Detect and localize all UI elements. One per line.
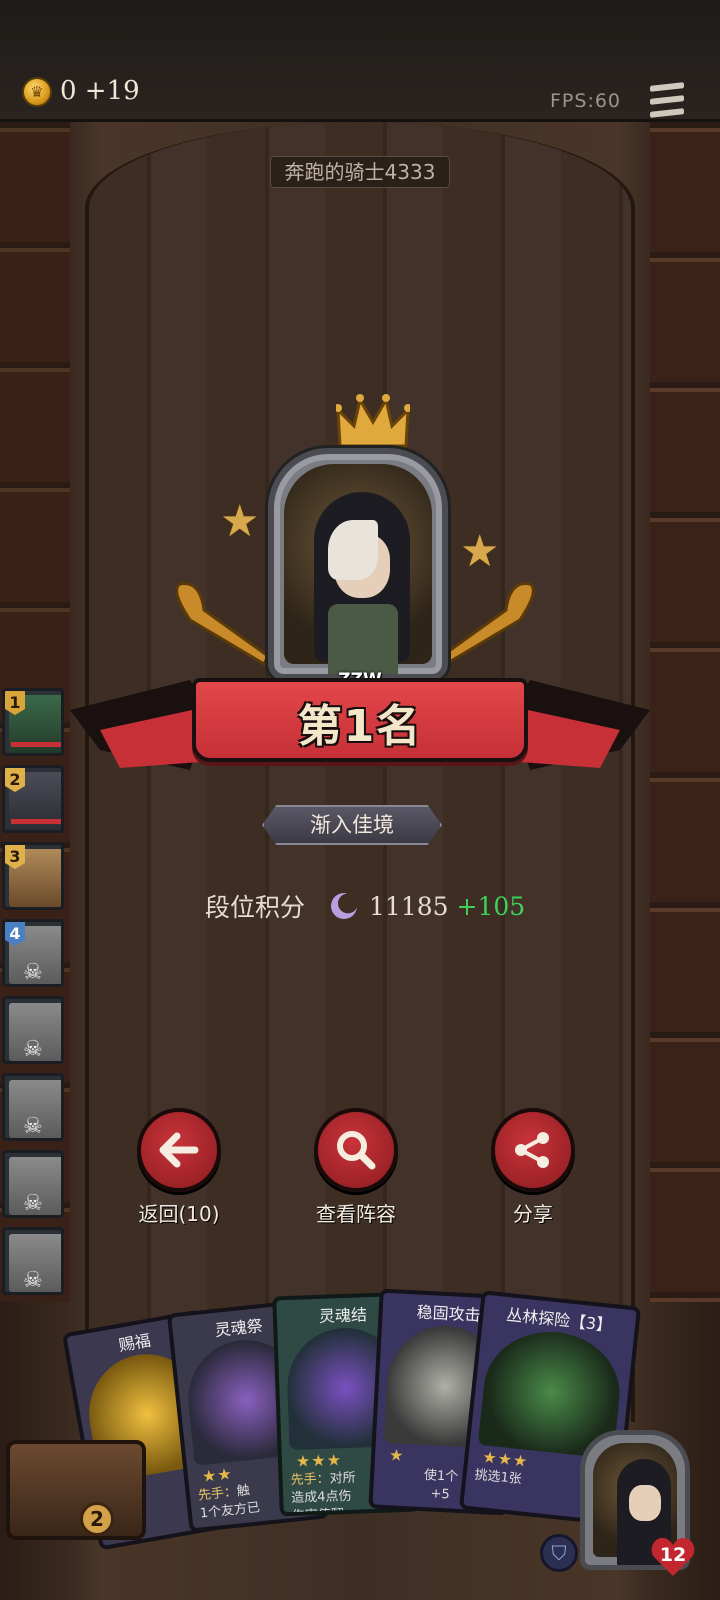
skull-icon: ☠	[23, 960, 43, 985]
placement-text: 第1名	[297, 701, 423, 752]
hero-health: 12	[659, 1544, 687, 1566]
right-bookshelf	[650, 122, 720, 1302]
ranking-ladder: 1 2 3 4 ☠ ☠ ☠ ☠ ☠	[2, 688, 68, 1304]
ladder-item[interactable]: ☠	[2, 1150, 64, 1218]
moon-icon	[331, 893, 358, 919]
card-hand: 赐福 ★★ 灵魂祭 ★★ 先手：触1个友方已 灵魂结 ★★★ 先手：对所造成4点…	[60, 1288, 660, 1551]
menu-icon[interactable]	[650, 82, 684, 118]
skull-icon: ☠	[23, 1037, 43, 1062]
player-name-plate: 奔跑的骑士4333	[270, 156, 450, 188]
skull-icon: ☠	[23, 1191, 43, 1216]
winner-portrait	[268, 448, 448, 680]
score-value: 11185	[369, 891, 449, 921]
share-icon	[515, 1132, 549, 1168]
search-icon	[337, 1131, 376, 1170]
ladder-item[interactable]: ☠	[2, 1227, 64, 1295]
ladder-item[interactable]: 1	[2, 688, 64, 756]
star-decoration-icon: ★	[220, 496, 260, 547]
ladder-item[interactable]: 4 ☠	[2, 919, 64, 987]
star-decoration-icon: ★	[460, 526, 500, 577]
card-stars: ★	[388, 1445, 405, 1465]
ladder-item[interactable]: ☠	[2, 996, 64, 1064]
gold-counter: 0 +19	[60, 76, 140, 106]
arrow-left-icon	[159, 1132, 199, 1168]
chest-count-badge: 2	[80, 1502, 114, 1536]
ladder-item[interactable]: ☠	[2, 1073, 64, 1141]
shield-icon[interactable]: ⛉	[540, 1534, 578, 1572]
share-label: 分享	[513, 1202, 553, 1226]
top-bar: ♛ 0 +19 FPS:60	[0, 0, 720, 122]
treasure-chest[interactable]	[6, 1440, 146, 1540]
crown-icon	[336, 394, 410, 448]
ladder-item[interactable]: 3	[2, 842, 64, 910]
rank-score-row: 段位积分 11185 +105	[205, 888, 525, 924]
gold-coin-icon: ♛	[22, 77, 52, 107]
ladder-item[interactable]: 2	[2, 765, 64, 833]
skull-icon: ☠	[23, 1268, 43, 1293]
skull-icon: ☠	[23, 1114, 43, 1139]
card-stars: ★★★	[295, 1450, 343, 1471]
card-stars: ★★	[201, 1463, 234, 1487]
view-lineup-label: 查看阵容	[316, 1202, 396, 1226]
fps-counter: FPS:60	[550, 90, 622, 112]
score-label: 段位积分	[205, 893, 306, 922]
score-gain: +105	[456, 891, 526, 921]
rank-tier-badge: 渐入佳境	[262, 805, 442, 845]
view-lineup-button[interactable]: 查看阵容	[306, 1108, 406, 1227]
back-button[interactable]: 返回(10)	[129, 1108, 229, 1227]
back-button-label: 返回(10)	[138, 1202, 220, 1226]
share-button[interactable]: 分享	[483, 1108, 583, 1227]
